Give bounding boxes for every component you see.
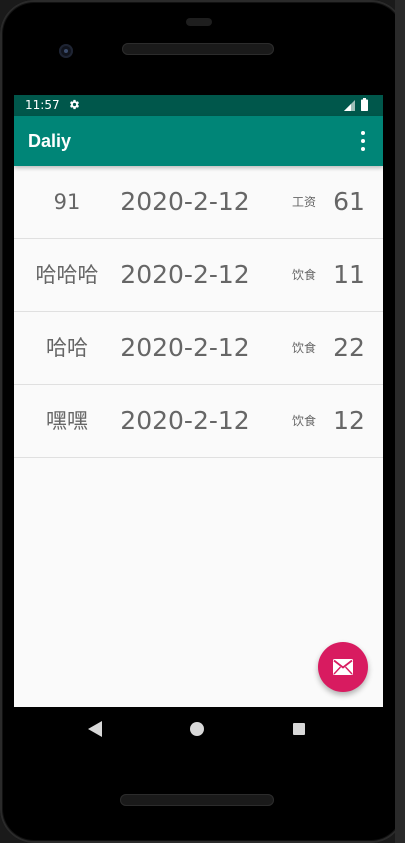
battery-icon xyxy=(361,98,368,111)
status-bar: 11:57 xyxy=(14,95,383,116)
compose-fab-button[interactable] xyxy=(318,642,368,692)
gear-icon xyxy=(70,99,79,110)
screen: 11:57 Daliy 91 2020-2-12 工资 61 哈哈哈 2020-… xyxy=(14,95,383,751)
list-item[interactable]: 91 2020-2-12 工资 61 xyxy=(14,166,383,239)
list-item[interactable]: 哈哈哈 2020-2-12 饮食 11 xyxy=(14,239,383,312)
record-date: 2020-2-12 xyxy=(120,187,250,216)
record-date: 2020-2-12 xyxy=(120,333,250,362)
record-list: 91 2020-2-12 工资 61 哈哈哈 2020-2-12 饮食 11 哈… xyxy=(14,166,383,458)
device-edge xyxy=(395,0,405,843)
record-date: 2020-2-12 xyxy=(120,260,250,289)
record-date: 2020-2-12 xyxy=(120,406,250,435)
record-amount: 12 xyxy=(333,406,365,435)
record-category: 饮食 xyxy=(291,268,316,282)
recents-icon[interactable] xyxy=(293,723,305,735)
list-item[interactable]: 哈哈 2020-2-12 饮食 22 xyxy=(14,312,383,385)
phone-frame: 11:57 Daliy 91 2020-2-12 工资 61 哈哈哈 2020-… xyxy=(0,0,405,843)
top-speaker xyxy=(122,43,274,55)
bottom-speaker xyxy=(120,794,274,806)
overflow-menu-icon[interactable] xyxy=(350,128,376,154)
record-name: 哈哈 xyxy=(46,336,88,360)
menu-dot xyxy=(361,131,365,135)
app-title: Daliy xyxy=(28,131,72,151)
status-time: 11:57 xyxy=(25,98,60,112)
top-sensor xyxy=(186,18,212,26)
record-amount: 61 xyxy=(333,187,365,216)
record-category: 工资 xyxy=(291,195,316,209)
email-icon xyxy=(333,659,353,675)
menu-dot xyxy=(361,139,365,143)
record-name: 91 xyxy=(53,190,81,214)
back-icon[interactable] xyxy=(88,721,102,737)
home-icon[interactable] xyxy=(190,722,204,736)
signal-icon xyxy=(344,100,355,111)
menu-dot xyxy=(361,147,365,151)
record-amount: 22 xyxy=(333,333,365,362)
record-name: 嘿嘿 xyxy=(46,409,88,433)
record-name: 哈哈哈 xyxy=(35,263,99,287)
record-category: 饮食 xyxy=(291,414,316,428)
record-amount: 11 xyxy=(333,260,365,289)
app-bar: Daliy xyxy=(14,116,383,166)
record-category: 饮食 xyxy=(291,341,316,355)
front-camera xyxy=(59,44,73,58)
navigation-bar xyxy=(14,707,383,751)
list-item[interactable]: 嘿嘿 2020-2-12 饮食 12 xyxy=(14,385,383,458)
